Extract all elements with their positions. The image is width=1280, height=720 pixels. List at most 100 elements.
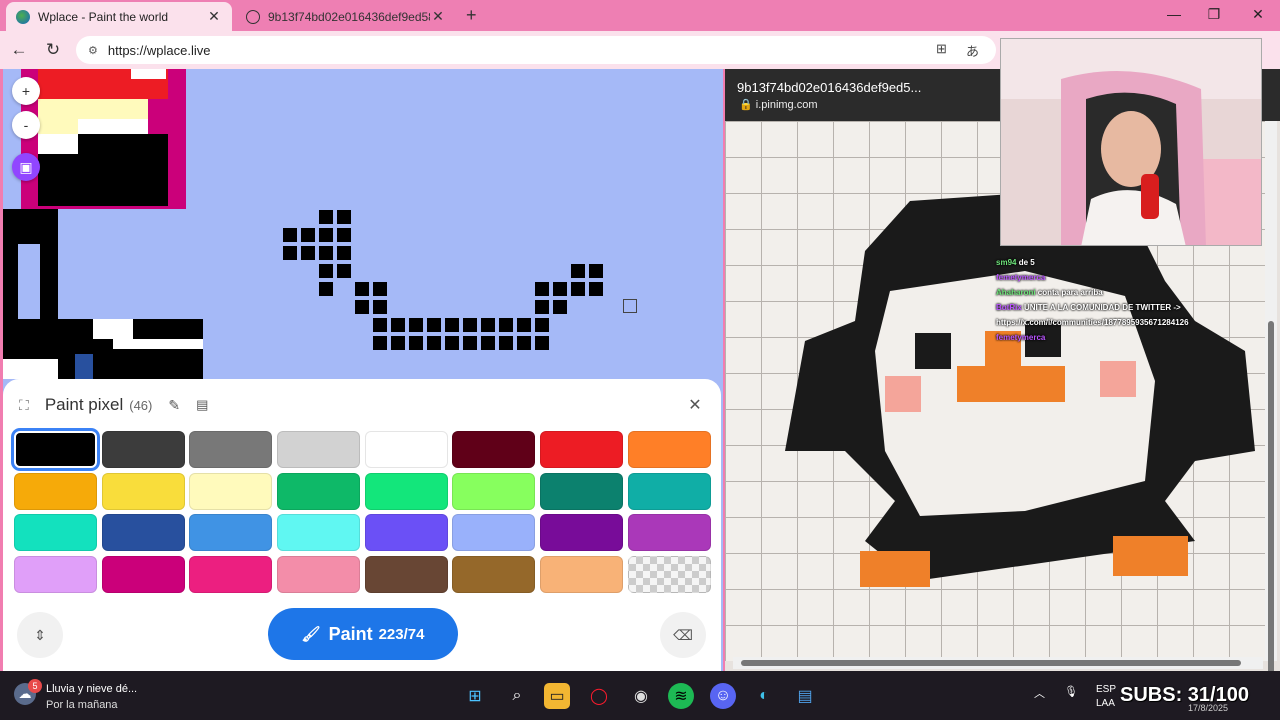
color-swatch[interactable] [101,431,185,468]
new-tab-plus-icon[interactable]: + [466,5,477,26]
color-swatch[interactable] [277,556,361,594]
expand-collapse-button[interactable]: ⇕ [17,612,63,658]
chat-text: conta para arriba [1037,288,1103,297]
color-swatch[interactable] [627,472,711,510]
color-swatch[interactable] [14,472,97,510]
painted-pixel [337,246,351,260]
painted-pixel [373,318,387,332]
painted-pixel [589,264,603,278]
color-swatch[interactable] [627,556,711,594]
weather-subtext: Por la mañana [46,699,118,711]
color-palette [14,431,711,594]
painted-pixel [391,318,405,332]
streamer-webcam-image [1001,39,1261,245]
painted-pixel [337,228,351,242]
color-swatch[interactable] [189,431,273,468]
color-swatch[interactable] [14,431,97,468]
painted-pixel [445,318,459,332]
close-panel-button[interactable]: ✕ [683,393,707,417]
color-swatch[interactable] [627,431,711,468]
chat-username: BotRix [996,303,1024,312]
painted-pixel [481,336,495,350]
window-close-icon[interactable]: ✕ [1248,6,1268,23]
weather-badge: 5 [28,679,42,693]
tab-wplace[interactable]: Wplace - Paint the world ✕ [6,2,232,31]
discord-icon[interactable]: ☺ [710,683,736,709]
color-swatch[interactable] [189,472,273,510]
paint-panel: ⛶ Paint pixel (46) ✎ ▤ ✕ ⇕ 🖌 Paint 223/7… [3,379,721,671]
apps-icon[interactable]: ⊞ [936,41,947,57]
color-swatch[interactable] [452,556,536,594]
paint-button[interactable]: 🖌 Paint 223/74 [268,608,458,660]
close-tab-icon[interactable]: ✕ [430,8,446,25]
paint-label: Paint [328,623,373,644]
painted-pixel [355,300,369,314]
taskbar: ☁ 5 Lluvia y nieve dé... Por la mañana ⊞… [0,671,1280,720]
eraser-button[interactable]: ⌫ [660,612,706,658]
color-swatch[interactable] [101,514,185,552]
chat-message: sm94 de 5 [996,258,1276,267]
painted-pixel [517,318,531,332]
painted-pixel [301,246,315,260]
address-bar[interactable]: ⚙ https://wplace.live [76,36,996,64]
tray-chevron-up-icon[interactable]: ︿ [1034,685,1045,701]
reload-icon[interactable]: ↻ [42,40,64,60]
color-swatch[interactable] [452,472,536,510]
microphone-icon[interactable]: 🎙 [1064,685,1078,698]
back-arrow-icon[interactable]: ← [8,40,30,60]
zoom-in-button[interactable]: + [12,77,40,105]
color-swatch[interactable] [277,472,361,510]
color-swatch[interactable] [627,514,711,552]
painted-pixel [301,228,315,242]
color-swatch[interactable] [277,431,361,468]
tab-image[interactable]: 9b13f74bd02e016436def9ed5810 ✕ [236,2,456,31]
minimize-icon[interactable]: — [1164,6,1184,22]
color-swatch[interactable] [189,556,273,594]
color-swatch[interactable] [14,556,97,594]
opera-icon[interactable]: ◯ [586,683,612,709]
site-info-icon[interactable]: ⚙ [88,44,98,57]
color-swatch[interactable] [540,514,624,552]
palette-book-icon[interactable]: ▤ [196,397,208,413]
edge-icon[interactable]: ◐ [751,683,777,709]
search-icon[interactable]: ⌕ [504,683,530,709]
vertical-scrollbar[interactable] [1265,121,1277,671]
painted-pixel [427,318,441,332]
color-swatch[interactable] [101,472,185,510]
color-swatch[interactable] [101,556,185,594]
image-host: 🔒 i.pinimg.com [739,99,818,111]
language-indicator[interactable]: ESP [1096,684,1116,695]
pixel-cursor [623,299,637,313]
windows-start-icon[interactable]: ⊞ [462,683,488,709]
color-swatch[interactable] [364,431,448,468]
painted-pixel [499,318,513,332]
fullscreen-icon[interactable]: ⛶ [19,397,29,414]
color-swatch[interactable] [14,514,97,552]
maximize-icon[interactable]: ❐ [1204,6,1224,23]
color-swatch[interactable] [189,514,273,552]
color-swatch[interactable] [277,514,361,552]
color-swatch[interactable] [452,431,536,468]
notepad-icon[interactable]: ▤ [792,683,818,709]
zoom-out-button[interactable]: - [12,111,40,139]
color-swatch[interactable] [540,431,624,468]
close-tab-icon[interactable]: ✕ [206,8,222,25]
twitch-icon[interactable]: ▣ [12,153,40,181]
color-swatch[interactable] [364,514,448,552]
color-swatch[interactable] [364,556,448,594]
painted-pixel [319,264,333,278]
chat-message: Ahaharoni conta para arriba [996,288,1276,297]
globe-favicon-icon [16,9,30,24]
file-explorer-icon[interactable]: ▭ [544,683,570,709]
pencil-icon[interactable]: ✎ [168,397,180,414]
color-swatch[interactable] [452,514,536,552]
spotify-icon[interactable]: ≋ [668,683,694,709]
horizontal-scrollbar[interactable] [733,657,1263,669]
translate-icon[interactable]: あ [966,41,979,60]
obs-icon[interactable]: ◉ [628,683,654,709]
color-swatch[interactable] [540,556,624,594]
painted-pixel [589,282,603,296]
color-swatch[interactable] [364,472,448,510]
painted-pixel [319,228,333,242]
color-swatch[interactable] [540,472,624,510]
